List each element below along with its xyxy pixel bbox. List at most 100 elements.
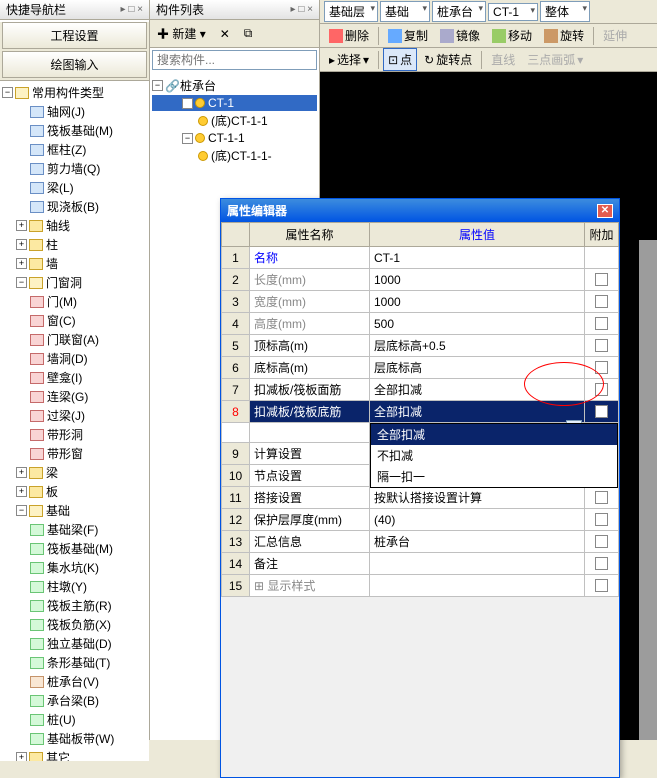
tree-item[interactable]: 桩承台(V) [2, 672, 147, 691]
tree-item[interactable]: 带形窗 [2, 444, 147, 463]
tree-item[interactable]: 基础梁(F) [2, 520, 147, 539]
prop-row[interactable]: 8扣减板/筏板底筋全部扣减▼ [222, 401, 619, 423]
tree-item[interactable]: +梁 [2, 463, 147, 482]
tree-item[interactable]: 框柱(Z) [2, 140, 147, 159]
checkbox[interactable] [595, 295, 608, 308]
checkbox[interactable] [595, 491, 608, 504]
prop-row[interactable]: 5顶标高(m)层底标高+0.5 [222, 335, 619, 357]
tree-item[interactable]: 剪力墙(Q) [2, 159, 147, 178]
rotate-point-button[interactable]: ↻ 旋转点 [419, 48, 477, 71]
checkbox[interactable] [595, 513, 608, 526]
tree-item[interactable]: 条形基础(T) [2, 653, 147, 672]
tree-item[interactable]: 梁(L) [2, 178, 147, 197]
tree-root[interactable]: −常用构件类型 [2, 83, 147, 102]
comp-item[interactable]: −CT-1-1 [152, 130, 317, 146]
comp-tree[interactable]: −🔗 桩承台−CT-1(底)CT-1-1−CT-1-1(底)CT-1-1- [150, 72, 319, 169]
prop-row[interactable]: 15⊞ 显示样式 [222, 575, 619, 597]
tree-item[interactable]: 基础板带(W) [2, 729, 147, 748]
tree-item[interactable]: 门(M) [2, 292, 147, 311]
dropdown-option[interactable]: 不扣减 [371, 445, 617, 466]
mirror-button[interactable]: 镜像 [435, 24, 485, 47]
checkbox[interactable] [595, 383, 608, 396]
tree-item[interactable]: −基础 [2, 501, 147, 520]
tree-item[interactable]: 独立基础(D) [2, 634, 147, 653]
tree-item[interactable]: 筏板基础(M) [2, 121, 147, 140]
tree-item[interactable]: +轴线 [2, 216, 147, 235]
tree-item[interactable]: 桩(U) [2, 710, 147, 729]
checkbox[interactable] [595, 361, 608, 374]
tree-item[interactable]: 连梁(G) [2, 387, 147, 406]
comp-root[interactable]: −🔗 桩承台 [152, 76, 317, 95]
draw-row: ▸ 选择 ▾ ⊡ 点 ↻ 旋转点 直线 三点画弧 ▾ [320, 48, 657, 72]
checkbox[interactable] [595, 535, 608, 548]
prop-row[interactable]: 12保护层厚度(mm)(40) [222, 509, 619, 531]
tree-item[interactable]: 壁龛(I) [2, 368, 147, 387]
tree-item[interactable]: 现浇板(B) [2, 197, 147, 216]
dropdown-option[interactable]: 隔一扣一 [371, 466, 617, 487]
prop-row[interactable]: 11搭接设置按默认搭接设置计算 [222, 487, 619, 509]
tree-item[interactable]: −门窗洞 [2, 273, 147, 292]
prop-row[interactable]: 3宽度(mm)1000 [222, 291, 619, 313]
checkbox[interactable] [595, 579, 608, 592]
tree-item[interactable]: +柱 [2, 235, 147, 254]
close-button[interactable]: ✕ [597, 204, 613, 218]
prop-row[interactable]: 1名称CT-1 [222, 247, 619, 269]
floor-select[interactable]: 基础层 [324, 1, 378, 22]
tree-item[interactable]: 过梁(J) [2, 406, 147, 425]
tree-item[interactable]: 筏板负筋(X) [2, 615, 147, 634]
tree-item[interactable]: +其它 [2, 748, 147, 761]
delete-button[interactable]: 删除 [324, 24, 374, 47]
tree-item[interactable]: 门联窗(A) [2, 330, 147, 349]
comp-item[interactable]: −CT-1 [152, 95, 317, 111]
category-select[interactable]: 基础 [380, 1, 430, 22]
tree-item[interactable]: 集水坑(K) [2, 558, 147, 577]
comp-item[interactable]: (底)CT-1-1 [152, 111, 317, 130]
prop-row[interactable]: 7扣减板/筏板面筋全部扣减 [222, 379, 619, 401]
component-select[interactable]: CT-1 [488, 3, 538, 21]
point-button[interactable]: ⊡ 点 [383, 48, 417, 71]
comp-item[interactable]: (底)CT-1-1- [152, 146, 317, 165]
prop-row[interactable]: 14备注 [222, 553, 619, 575]
tree-item[interactable]: 筏板主筋(R) [2, 596, 147, 615]
tree-item[interactable]: +板 [2, 482, 147, 501]
checkbox[interactable] [595, 339, 608, 352]
prop-row[interactable]: 4高度(mm)500 [222, 313, 619, 335]
prop-row[interactable]: 13汇总信息桩承台 [222, 531, 619, 553]
close-icon[interactable]: ✕ [215, 24, 235, 44]
property-table: 属性名称 属性值 附加 1名称CT-12长度(mm)10003宽度(mm)100… [221, 222, 619, 597]
tree-item[interactable]: 柱墩(Y) [2, 577, 147, 596]
view-select[interactable]: 整体 [540, 1, 590, 22]
prop-title-bar[interactable]: 属性编辑器 ✕ [221, 199, 619, 222]
checkbox[interactable] [595, 405, 608, 418]
checkbox[interactable] [595, 273, 608, 286]
new-button[interactable]: ✚ 新建 ▾ [152, 22, 211, 45]
tree-item[interactable]: 带形洞 [2, 425, 147, 444]
tree-item[interactable]: 承台梁(B) [2, 691, 147, 710]
tree-item[interactable]: 筏板基础(M) [2, 539, 147, 558]
draw-input-button[interactable]: 绘图输入 [2, 51, 147, 78]
copy-icon[interactable]: ⧉ [239, 23, 258, 44]
rotate-button[interactable]: 旋转 [539, 24, 589, 47]
prop-row[interactable]: 2长度(mm)1000 [222, 269, 619, 291]
copy-button[interactable]: 复制 [383, 24, 433, 47]
dropdown-list[interactable]: 全部扣减不扣减隔一扣一 [370, 423, 618, 488]
tree-item[interactable]: +墙 [2, 254, 147, 273]
prop-title: 属性编辑器 [227, 202, 287, 219]
search-input[interactable] [152, 50, 317, 70]
comp-toolbar: ✚ 新建 ▾ ✕ ⧉ [150, 20, 319, 48]
tree-item[interactable]: 墙洞(D) [2, 349, 147, 368]
select-button[interactable]: ▸ 选择 ▾ [324, 48, 374, 71]
copy-icon [388, 29, 402, 43]
dropdown-option[interactable]: 全部扣减 [371, 424, 617, 445]
checkbox[interactable] [595, 557, 608, 570]
project-settings-button[interactable]: 工程设置 [2, 22, 147, 49]
move-button[interactable]: 移动 [487, 24, 537, 47]
checkbox[interactable] [595, 317, 608, 330]
nav-pin-icons[interactable]: ▸ □ × [121, 4, 143, 15]
prop-row[interactable]: 6底标高(m)层底标高 [222, 357, 619, 379]
tree-item[interactable]: 窗(C) [2, 311, 147, 330]
tree-item[interactable]: 轴网(J) [2, 102, 147, 121]
comp-pin-icons[interactable]: ▸ □ × [291, 4, 313, 15]
type-select[interactable]: 桩承台 [432, 1, 486, 22]
nav-tree[interactable]: −常用构件类型轴网(J)筏板基础(M)框柱(Z)剪力墙(Q)梁(L)现浇板(B)… [0, 81, 149, 761]
